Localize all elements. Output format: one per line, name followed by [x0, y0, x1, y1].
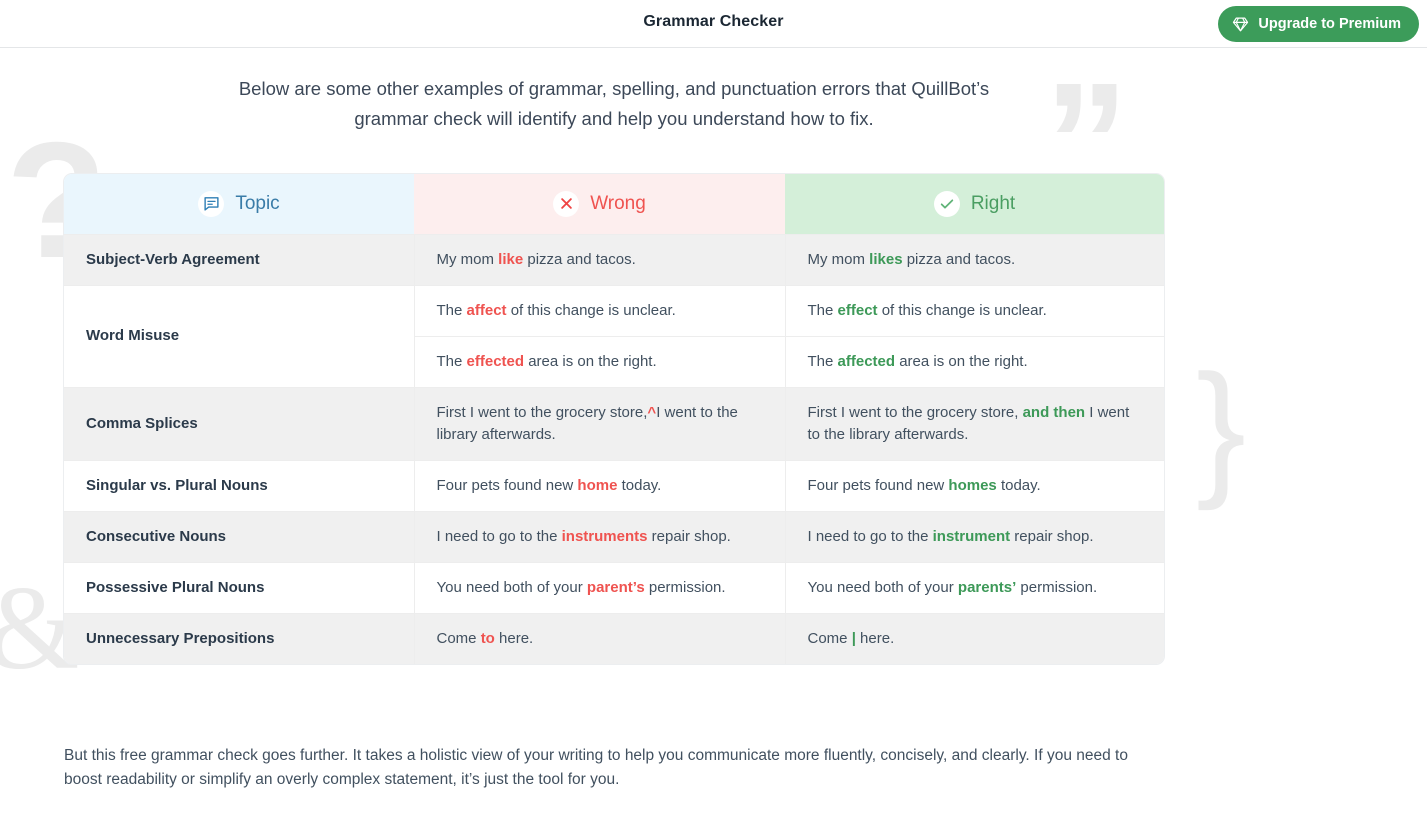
table-body: Subject-Verb Agreement My mom like pizza…: [64, 233, 1164, 664]
wrong-highlight: ^: [647, 403, 657, 421]
right-text-pre: Come: [807, 629, 852, 647]
table-row: Unnecessary Prepositions Come to here. C…: [64, 612, 1164, 664]
wrong-text-post: area is on the right.: [524, 352, 657, 370]
right-text-pre: The: [807, 301, 838, 319]
page-title: Grammar Checker: [643, 13, 784, 30]
right-cell: I need to go to the instrument repair sh…: [785, 510, 1164, 562]
wrong-highlight: affect: [466, 301, 507, 319]
wrong-cell: Come to here.: [414, 612, 786, 664]
grammar-checker-page: Grammar Checker Upgrade to Premium ? ” }…: [0, 0, 1427, 822]
wrong-cell: The effected area is on the right.: [414, 335, 786, 387]
right-highlight: instrument: [932, 527, 1011, 545]
topic-cell: Unnecessary Prepositions: [64, 612, 415, 664]
upgrade-button-label: Upgrade to Premium: [1258, 16, 1401, 32]
topic-cell: Singular vs. Plural Nouns: [64, 459, 415, 511]
right-text-post: of this change is unclear.: [877, 301, 1047, 319]
topic-cell: Consecutive Nouns: [64, 510, 415, 562]
upgrade-to-premium-button[interactable]: Upgrade to Premium: [1218, 6, 1419, 42]
right-text-post: here.: [855, 629, 895, 647]
wrong-text-post: repair shop.: [647, 527, 731, 545]
table-row: Consecutive Nouns I need to go to the in…: [64, 510, 1164, 562]
right-highlight: effect: [837, 301, 878, 319]
wrong-highlight: home: [577, 476, 618, 494]
column-header-topic: Topic: [64, 174, 414, 234]
topic-cell: Possessive Plural Nouns: [64, 561, 415, 613]
topic-cell: Word Misuse: [64, 284, 415, 387]
right-text-post: area is on the right.: [895, 352, 1028, 370]
right-text-pre: The: [807, 352, 838, 370]
right-cell: My mom likes pizza and tacos.: [785, 233, 1164, 285]
comment-icon: [198, 190, 225, 217]
wrong-text-post: here.: [494, 629, 534, 647]
right-cell: First I went to the grocery store, and t…: [785, 386, 1164, 460]
top-bar: Grammar Checker Upgrade to Premium: [0, 0, 1427, 48]
wrong-highlight: effected: [466, 352, 525, 370]
wrong-text-pre: You need both of your: [436, 578, 587, 596]
right-cell: You need both of your parents’ permissio…: [785, 561, 1164, 613]
right-text-post: permission.: [1016, 578, 1098, 596]
column-header-wrong: Wrong: [414, 174, 785, 234]
right-highlight: and then: [1022, 403, 1086, 421]
column-header-wrong-label: Wrong: [590, 192, 646, 214]
table-row: Possessive Plural Nouns You need both of…: [64, 561, 1164, 613]
right-cell: The effect of this change is unclear.: [785, 284, 1164, 336]
wrong-highlight: to: [480, 629, 495, 647]
column-header-right-label: Right: [970, 192, 1016, 214]
wrong-text-post: of this change is unclear.: [506, 301, 676, 319]
right-text-pre: Four pets found new: [807, 476, 949, 494]
wrong-cell: First I went to the grocery store,^I wen…: [414, 386, 786, 460]
right-highlight: parents’: [957, 578, 1017, 596]
wrong-text-post: pizza and tacos.: [523, 250, 636, 268]
examples-table-container: Topic Wrong Right Subject-Verb Agreement…: [64, 174, 1164, 664]
wrong-text-post: permission.: [644, 578, 726, 596]
wrong-cell: I need to go to the instruments repair s…: [414, 510, 786, 562]
right-text-pre: First I went to the grocery store,: [807, 403, 1023, 421]
right-text-pre: I need to go to the: [807, 527, 933, 545]
right-highlight: homes: [948, 476, 997, 494]
right-text-pre: You need both of your: [807, 578, 958, 596]
table-row: Subject-Verb Agreement My mom like pizza…: [64, 233, 1164, 285]
right-cell: Come | here.: [785, 612, 1164, 664]
right-cell: Four pets found new homes today.: [785, 459, 1164, 511]
right-text-post: today.: [996, 476, 1041, 494]
curly-brace-decoration: }: [1196, 343, 1247, 511]
wrong-text-pre: Come: [436, 629, 481, 647]
wrong-cell: Four pets found new home today.: [414, 459, 786, 511]
right-text-post: pizza and tacos.: [902, 250, 1016, 268]
wrong-text-pre: The: [436, 301, 467, 319]
examples-table: Topic Wrong Right Subject-Verb Agreement…: [64, 174, 1164, 664]
column-header-right: Right: [785, 174, 1164, 234]
intro-paragraph: Below are some other examples of grammar…: [238, 78, 990, 129]
right-cell: The affected area is on the right.: [785, 335, 1164, 387]
table-row: Word Misuse The affect of this change is…: [64, 284, 1164, 387]
footer-paragraph: But this free grammar check goes further…: [64, 747, 1128, 788]
topic-cell: Comma Splices: [64, 386, 415, 460]
table-header-row: Topic Wrong Right: [64, 174, 1164, 234]
wrong-highlight: parent’s: [586, 578, 645, 596]
right-text-pre: My mom: [807, 250, 870, 268]
wrong-text-pre: First I went to the grocery store,: [436, 403, 648, 421]
right-highlight: likes: [869, 250, 903, 268]
table-header: Topic Wrong Right: [64, 174, 1164, 234]
wrong-cell: My mom like pizza and tacos.: [414, 233, 786, 285]
x-circle-icon: [553, 190, 580, 217]
wrong-cell: You need both of your parent’s permissio…: [414, 561, 786, 613]
table-row: Singular vs. Plural Nouns Four pets foun…: [64, 459, 1164, 511]
wrong-cell: The affect of this change is unclear.: [414, 284, 786, 336]
check-circle-icon: [933, 190, 960, 217]
diamond-icon: [1232, 16, 1249, 33]
wrong-highlight: instruments: [561, 527, 648, 545]
topic-cell: Subject-Verb Agreement: [64, 233, 415, 285]
wrong-text-pre: Four pets found new: [436, 476, 578, 494]
right-highlight: affected: [837, 352, 896, 370]
column-header-topic-label: Topic: [235, 192, 280, 214]
right-text-post: repair shop.: [1010, 527, 1094, 545]
wrong-text-pre: I need to go to the: [436, 527, 562, 545]
wrong-text-pre: The: [436, 352, 467, 370]
wrong-text-post: today.: [617, 476, 662, 494]
wrong-highlight: like: [498, 250, 524, 268]
table-row: Comma Splices First I went to the grocer…: [64, 386, 1164, 460]
wrong-text-pre: My mom: [436, 250, 499, 268]
